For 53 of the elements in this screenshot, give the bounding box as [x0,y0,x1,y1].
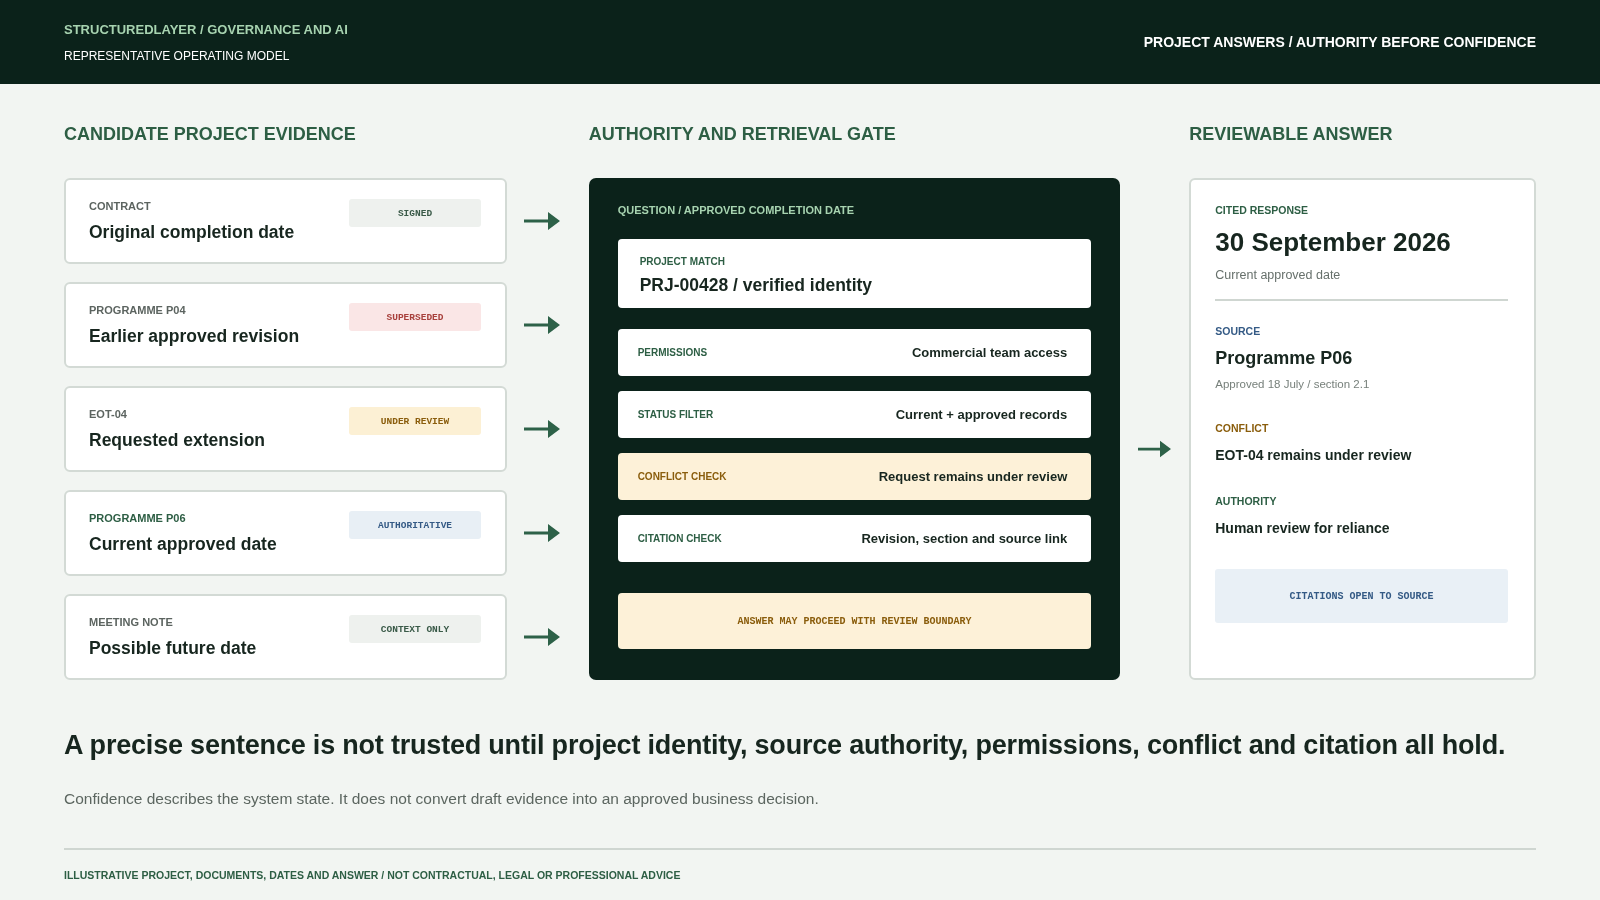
question-label: QUESTION / APPROVED COMPLETION DATE [617,204,856,216]
footer-note: ILLUSTRATIVE PROJECT, DOCUMENTS, DATES AND ANSWER / NOT CONTRACTUAL, LEGAL OR PROFESSIONAL ADVICE [64,869,682,881]
section-value: Programme P06 [1215,348,1354,369]
section-label: CONFLICT [1215,422,1270,434]
status-badge: AUTHORITATIVE [349,511,481,539]
check-value: Current + approved records [895,407,1068,422]
section-title: REVIEWABLE ANSWER [1189,124,1394,144]
section-label: AUTHORITY [1215,495,1278,507]
header-tagline: PROJECT ANSWERS / AUTHORITY BEFORE CONFIDENCE [1143,34,1536,50]
evidence-title: Requested extension [89,429,266,451]
section-note: Approved 18 July / section 2.1 [1215,378,1371,390]
check-label: STATUS FILTER [637,409,714,420]
evidence-title: Possible future date [89,637,257,659]
status-badge: SUPERSEDED [349,303,481,331]
source-label: MEETING NOTE [89,615,174,628]
status-badge: CONTEXT ONLY [349,615,481,643]
section-value: EOT-04 remains under review [1215,447,1413,463]
answer-date: 30 September 2026 [1215,227,1452,258]
evidence-title: Original completion date [89,221,295,243]
evidence-title: Earlier approved revision [89,325,300,347]
match-value: PRJ-00428 / verified identity [639,275,874,296]
evidence-title: Current approved date [89,533,277,555]
match-label: PROJECT MATCH [639,256,726,267]
section-title: CANDIDATE PROJECT EVIDENCE [64,124,357,144]
source-label: EOT-04 [89,407,128,420]
arrow-icon [524,627,560,647]
headline: A precise sentence is not trusted until project identity, source authority, permissions, conflict and citation all hold. [64,729,1507,762]
arrow-icon [524,523,560,543]
check-value: Revision, section and source link [861,531,1068,546]
status-badge: SIGNED [349,199,481,227]
check-value: Request remains under review [878,469,1068,484]
arrow-icon [524,211,560,231]
source-label: CONTRACT [89,199,152,212]
arrow-icon [524,419,560,439]
header-subtitle: REPRESENTATIVE OPERATING MODEL [64,48,291,63]
check-label: CITATION CHECK [637,533,722,544]
summary-text: Confidence describes the system state. It does not convert draft evidence into an approved business decision. [64,790,820,808]
status-badge: UNDER REVIEW [349,407,481,435]
check-label: PERMISSIONS [637,347,708,358]
response-label: CITED RESPONSE [1215,204,1309,216]
arrow-icon [524,315,560,335]
source-label: PROGRAMME P04 [89,303,187,316]
brand-title: STRUCTUREDLAYER / GOVERNANCE AND AI [64,21,348,37]
citations-link[interactable]: CITATIONS OPEN TO SOURCE [1215,569,1508,623]
check-value: Commercial team access [911,345,1068,360]
section-title: AUTHORITY AND RETRIEVAL GATE [588,124,897,144]
outcome-banner: ANSWER MAY PROCEED WITH REVIEW BOUNDARY [617,593,1092,649]
answer-note: Current approved date [1215,268,1342,282]
source-label: PROGRAMME P06 [89,511,187,524]
arrow-icon [1138,439,1172,459]
section-value: Human review for reliance [1215,520,1391,536]
check-label: CONFLICT CHECK [637,471,727,482]
section-label: SOURCE [1215,325,1262,337]
